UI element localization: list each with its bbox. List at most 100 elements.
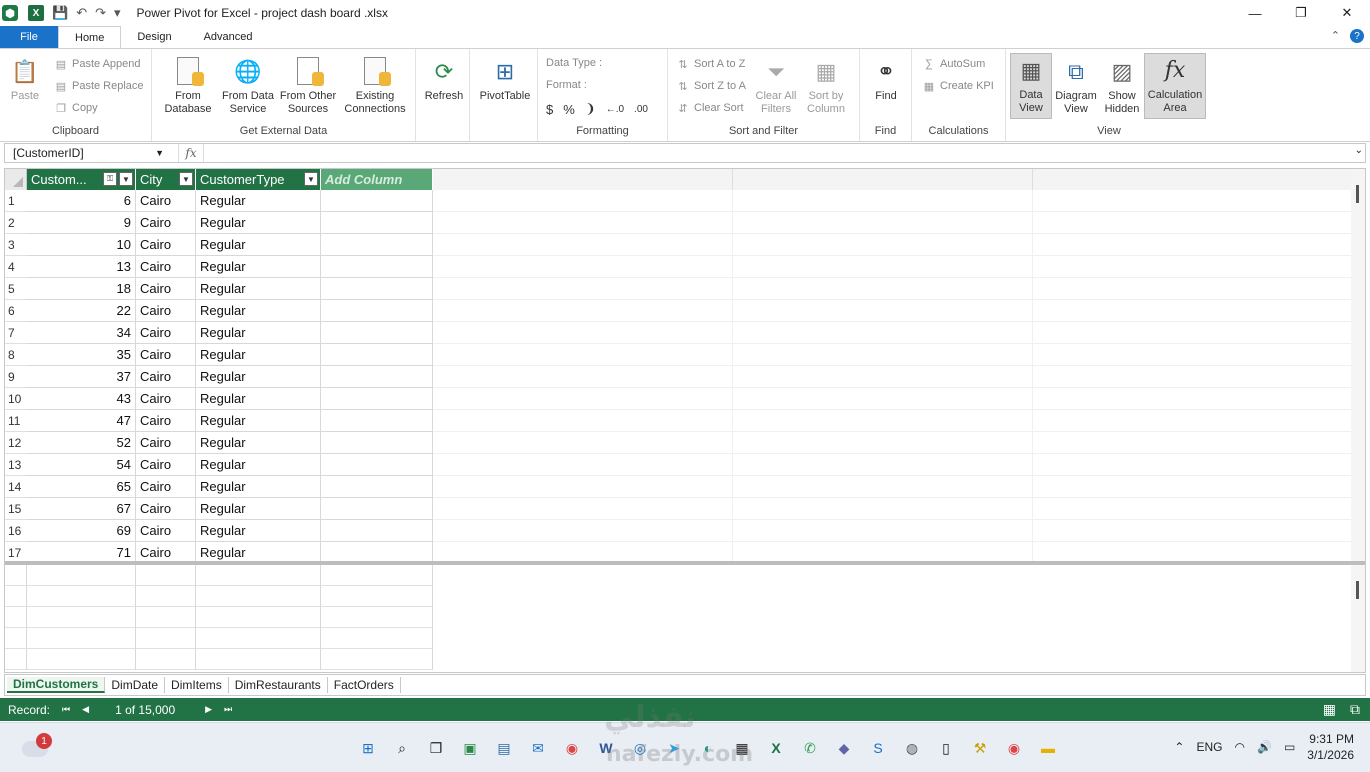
cell-city[interactable]: Cairo xyxy=(136,300,196,322)
filter-dropdown-icon[interactable]: ▼ xyxy=(119,172,133,186)
cell-customerid[interactable]: 9 xyxy=(27,212,136,234)
weather-widget[interactable]: 1 xyxy=(22,733,52,759)
cell-city[interactable]: Cairo xyxy=(136,454,196,476)
row-number[interactable]: 16 xyxy=(5,520,27,542)
cell-customerid[interactable]: 43 xyxy=(27,388,136,410)
data-view-button[interactable]: ▦ Data View xyxy=(1010,53,1052,119)
excel-icon[interactable]: X xyxy=(28,5,44,21)
cell-customertype[interactable]: Regular xyxy=(196,454,321,476)
row-number[interactable]: 4 xyxy=(5,256,27,278)
empty-cell[interactable] xyxy=(733,388,1033,410)
mail-icon[interactable]: ✉ xyxy=(526,736,550,760)
find-button[interactable]: ⚭ Find xyxy=(866,55,906,103)
calc-area-cell[interactable] xyxy=(321,586,433,607)
calc-area-row[interactable] xyxy=(5,649,433,670)
empty-cell[interactable] xyxy=(733,344,1033,366)
sheet-tab-dimitems[interactable]: DimItems xyxy=(165,677,229,693)
calc-area-cell[interactable] xyxy=(321,607,433,628)
empty-cell[interactable] xyxy=(433,212,733,234)
empty-cell[interactable] xyxy=(433,278,733,300)
file-explorer-icon[interactable]: ▬ xyxy=(1036,736,1060,760)
row-number[interactable]: 12 xyxy=(5,432,27,454)
cell-customerid[interactable]: 52 xyxy=(27,432,136,454)
expand-formula-icon[interactable]: ⌄ xyxy=(1355,145,1363,156)
empty-cell[interactable] xyxy=(1033,476,1353,498)
increase-decimal-button[interactable]: ←.0 xyxy=(606,104,624,115)
empty-cell[interactable] xyxy=(733,476,1033,498)
table-row[interactable]: 8 35 Cairo Regular xyxy=(5,344,1353,366)
help-icon[interactable]: ? xyxy=(1350,29,1364,43)
sort-za-button[interactable]: ⇅ Sort Z to A xyxy=(676,79,746,93)
calc-area-row[interactable] xyxy=(5,565,433,586)
empty-cell[interactable] xyxy=(733,498,1033,520)
cell-customertype[interactable]: Regular xyxy=(196,476,321,498)
empty-cell[interactable] xyxy=(1033,410,1353,432)
chrome-icon[interactable]: ◉ xyxy=(1002,736,1026,760)
undo-icon[interactable]: ↶ xyxy=(76,5,87,21)
cell-add-column[interactable] xyxy=(321,366,433,388)
empty-cell[interactable] xyxy=(433,234,733,256)
calc-area-cell[interactable] xyxy=(27,649,136,670)
table-row[interactable]: 16 69 Cairo Regular xyxy=(5,520,1353,542)
empty-cell[interactable] xyxy=(1033,432,1353,454)
table-row[interactable]: 1 6 Cairo Regular xyxy=(5,190,1353,212)
table-row[interactable]: 6 22 Cairo Regular xyxy=(5,300,1353,322)
cell-city[interactable]: Cairo xyxy=(136,256,196,278)
cell-customertype[interactable]: Regular xyxy=(196,366,321,388)
diagram-view-icon[interactable]: ⧉ xyxy=(1350,701,1360,718)
calc-area-cell[interactable] xyxy=(27,628,136,649)
battery-icon[interactable]: ▭ xyxy=(1284,740,1295,754)
cell-city[interactable]: Cairo xyxy=(136,388,196,410)
cell-city[interactable]: Cairo xyxy=(136,190,196,212)
comma-button[interactable]: ❩ xyxy=(585,101,596,117)
decrease-decimal-button[interactable]: .00 xyxy=(634,104,648,115)
cell-customertype[interactable]: Regular xyxy=(196,410,321,432)
cell-customerid[interactable]: 69 xyxy=(27,520,136,542)
customize-qat-icon[interactable]: ▾ xyxy=(114,5,121,21)
empty-cell[interactable] xyxy=(433,366,733,388)
calc-area-cell[interactable] xyxy=(27,607,136,628)
cell-city[interactable]: Cairo xyxy=(136,212,196,234)
show-hidden-button[interactable]: ▨ Show Hidden xyxy=(1100,55,1144,116)
cell-add-column[interactable] xyxy=(321,234,433,256)
empty-cell[interactable] xyxy=(433,190,733,212)
cell-customertype[interactable]: Regular xyxy=(196,234,321,256)
from-database-button[interactable]: From Database xyxy=(158,55,218,116)
column-header-customerid[interactable]: Custom... ⚿ ▼ xyxy=(27,169,136,190)
cell-customertype[interactable]: Regular xyxy=(196,322,321,344)
cell-customerid[interactable]: 35 xyxy=(27,344,136,366)
wifi-icon[interactable]: ◠ xyxy=(1235,740,1245,754)
formula-input[interactable] xyxy=(203,144,1365,162)
row-number[interactable]: 8 xyxy=(5,344,27,366)
cell-customerid[interactable]: 22 xyxy=(27,300,136,322)
pivottable-button[interactable]: ⊞ PivotTable xyxy=(476,55,534,103)
sheet-tab-dimrestaurants[interactable]: DimRestaurants xyxy=(229,677,328,693)
empty-cell[interactable] xyxy=(733,212,1033,234)
minimize-button[interactable]: — xyxy=(1232,0,1278,26)
empty-cell[interactable] xyxy=(433,410,733,432)
clear-all-filters-button[interactable]: ⏷ Clear All Filters xyxy=(752,55,800,116)
empty-cell[interactable] xyxy=(1033,498,1353,520)
grid-view-icon[interactable]: ▦ xyxy=(1323,701,1336,718)
cell-add-column[interactable] xyxy=(321,190,433,212)
calculation-area-button[interactable]: fx Calculation Area xyxy=(1144,53,1206,119)
filter-dropdown-icon[interactable]: ▼ xyxy=(179,172,193,186)
search-icon[interactable]: ⌕ xyxy=(390,736,414,760)
table-row[interactable]: 12 52 Cairo Regular xyxy=(5,432,1353,454)
autosum-button[interactable]: ∑ AutoSum xyxy=(922,57,985,71)
calc-area-cell[interactable] xyxy=(321,649,433,670)
empty-cell[interactable] xyxy=(433,388,733,410)
empty-cell[interactable] xyxy=(1033,388,1353,410)
app-icon[interactable]: ◍ xyxy=(900,736,924,760)
tab-home[interactable]: Home xyxy=(58,26,122,48)
empty-cell[interactable] xyxy=(1033,454,1353,476)
empty-cell[interactable] xyxy=(733,432,1033,454)
cell-add-column[interactable] xyxy=(321,476,433,498)
excel-taskbar-icon[interactable]: X xyxy=(764,736,788,760)
close-button[interactable]: ✕ xyxy=(1324,0,1370,26)
app-icon[interactable]: S xyxy=(866,736,890,760)
app-icon[interactable]: ⚒ xyxy=(968,736,992,760)
column-header-customertype[interactable]: CustomerType ▼ xyxy=(196,169,321,190)
calc-area-cell[interactable] xyxy=(5,649,27,670)
notepad-icon[interactable]: ▯ xyxy=(934,736,958,760)
